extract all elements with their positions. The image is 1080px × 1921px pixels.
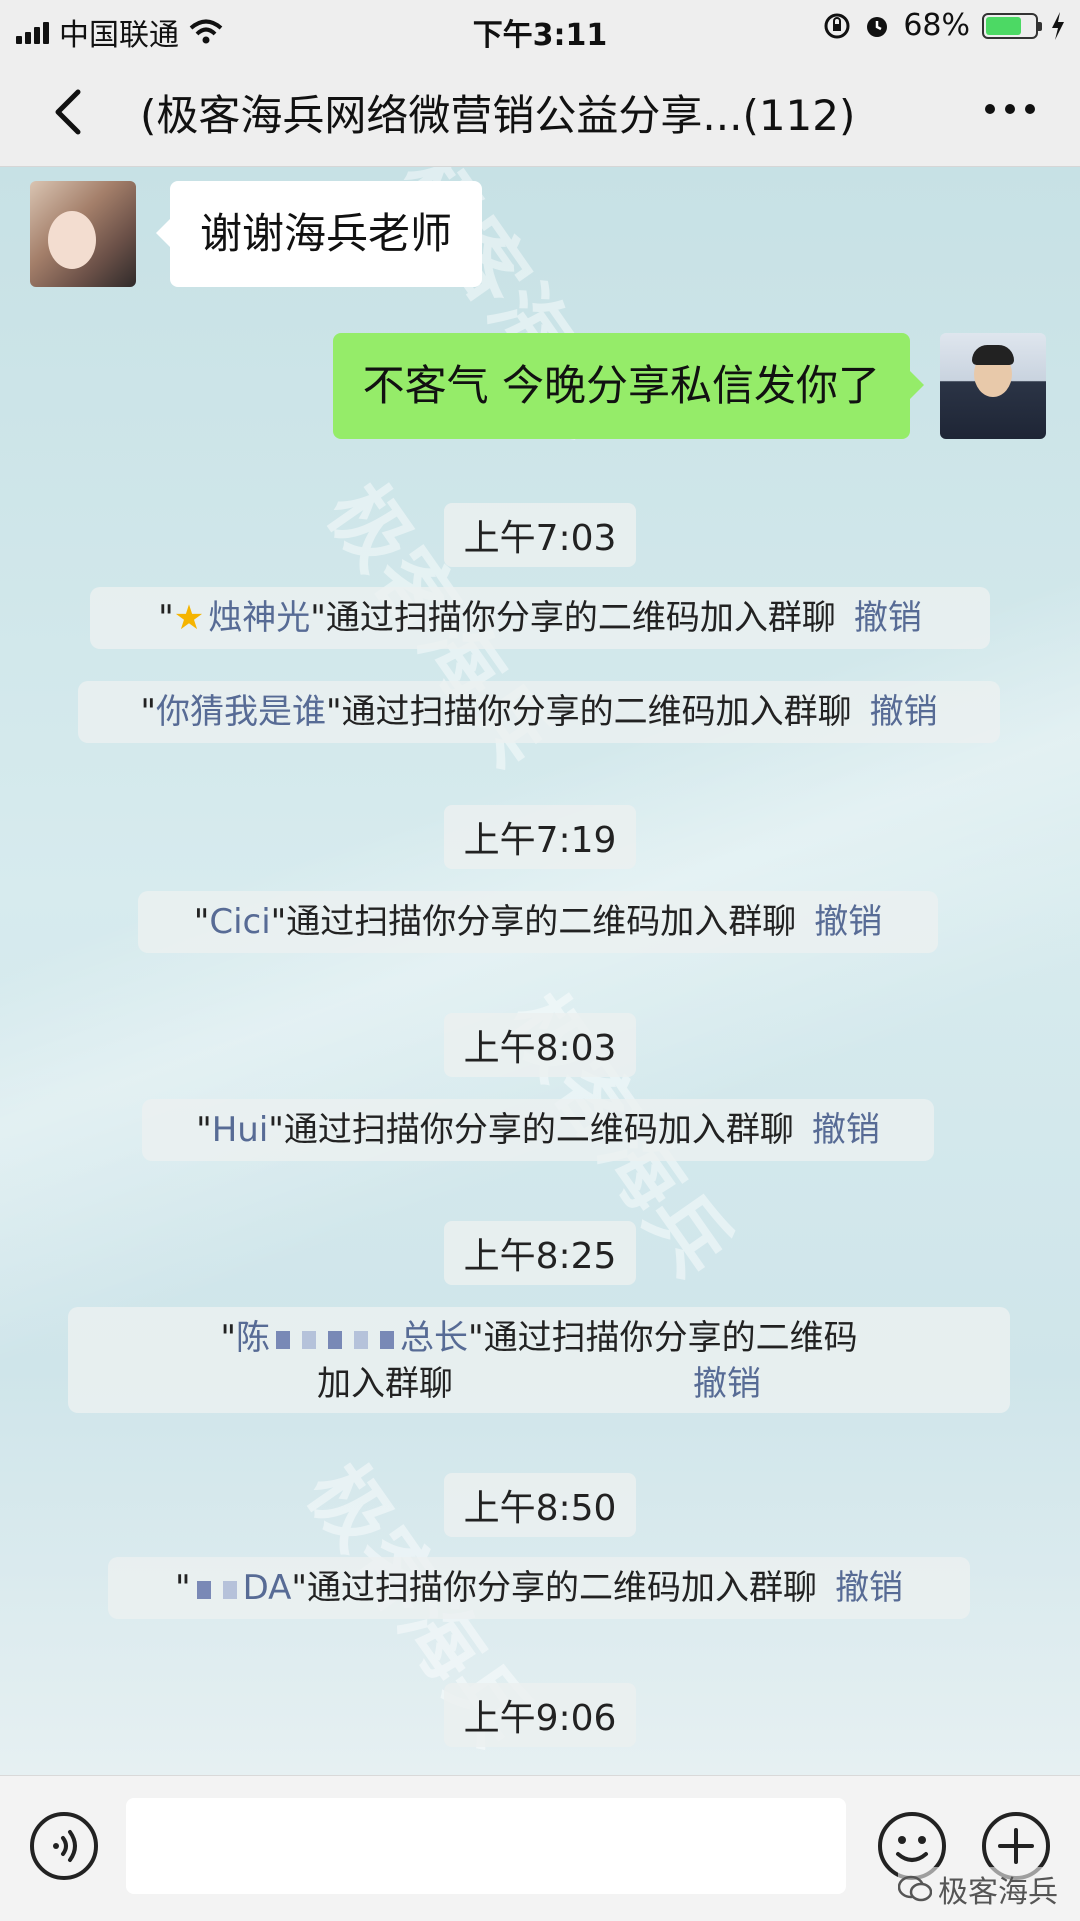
my-avatar[interactable] — [940, 333, 1046, 439]
timestamp: 上午7:19 — [0, 805, 1080, 869]
blurred-name — [354, 1330, 368, 1349]
revoke-link[interactable]: 撤销 — [814, 902, 882, 942]
sender-avatar[interactable] — [30, 181, 136, 287]
timestamp: 上午8:25 — [0, 1221, 1080, 1285]
join-text: "通过扫描你分享的二维码 — [468, 1318, 858, 1358]
input-bar: 极客海兵 — [0, 1775, 1080, 1921]
join-text: "通过扫描你分享的二维码加入群聊 — [310, 598, 836, 638]
join-text: "通过扫描你分享的二维码加入群聊 — [326, 692, 852, 732]
revoke-link[interactable]: 撤销 — [854, 598, 922, 638]
member-name[interactable]: Cici — [209, 902, 270, 942]
brand-watermark: 极客海兵 — [898, 1867, 1058, 1911]
join-text: "通过扫描你分享的二维码加入群聊 — [270, 902, 797, 942]
battery-percent: 68% — [903, 8, 970, 43]
join-text: "通过扫描你分享的二维码加入群聊 — [268, 1110, 794, 1150]
brand-name: 极客海兵 — [938, 1875, 1058, 1910]
timestamp: 上午8:50 — [0, 1473, 1080, 1537]
join-notice: " DA"通过扫描你分享的二维码加入群聊 撤销 — [108, 1557, 970, 1619]
status-right: 68% — [823, 8, 1066, 43]
revoke-link[interactable]: 撤销 — [870, 692, 938, 732]
blurred-name — [222, 1580, 237, 1599]
battery-icon — [982, 12, 1042, 39]
join-notice: "你猜我是谁"通过扫描你分享的二维码加入群聊 撤销 — [78, 681, 1000, 743]
chat-title: (极客海兵网络微营销公益分享...(112) — [140, 91, 856, 140]
rotation-lock-icon — [824, 13, 850, 38]
member-name[interactable]: 你猜我是谁 — [156, 692, 326, 732]
join-text: "通过扫描你分享的二维码加入群聊 — [291, 1568, 818, 1608]
timestamp: 上午8:03 — [0, 1013, 1080, 1077]
join-notice-line1: "陈 总长"通过扫描你分享的二维码 — [220, 1318, 858, 1358]
star-emoji-icon: ★ — [173, 598, 205, 638]
join-notice: "Hui"通过扫描你分享的二维码加入群聊 撤销 — [142, 1099, 934, 1161]
wechat-logo-icon — [898, 1875, 932, 1902]
chat-header: (极客海兵网络微营销公益分享...(112) — [0, 56, 1080, 167]
charging-icon — [1052, 11, 1064, 40]
timestamp: 上午7:03 — [0, 503, 1080, 567]
timestamp: 上午9:06 — [0, 1683, 1080, 1747]
message-bubble-received[interactable]: 谢谢海兵老师 — [155, 181, 483, 287]
blurred-name — [302, 1330, 316, 1349]
carrier-label: 中国联通 — [59, 18, 179, 53]
blurred-name — [276, 1330, 290, 1349]
status-bar: 中国联通 下午3:11 68% — [0, 0, 1080, 56]
voice-input-icon[interactable] — [28, 1810, 100, 1882]
join-text-cont: 加入群聊 — [317, 1364, 453, 1404]
member-name-start[interactable]: 陈 — [236, 1318, 270, 1358]
blurred-name — [196, 1580, 211, 1599]
member-name[interactable]: 烛神光 — [208, 598, 310, 638]
alarm-icon — [867, 16, 888, 37]
revoke-link[interactable]: 撤销 — [835, 1568, 903, 1608]
blurred-name — [328, 1330, 342, 1349]
member-name-end[interactable]: 总长 — [400, 1318, 468, 1358]
back-arrow-icon[interactable] — [40, 82, 100, 142]
wifi-icon — [189, 19, 223, 44]
member-name-end[interactable]: DA — [243, 1568, 292, 1608]
signal-icon — [16, 20, 49, 44]
blurred-name — [380, 1330, 394, 1349]
chat-area[interactable]: 极客海兵 极客海兵 极客海兵 极客海兵 谢谢海兵老师 不客气 今晚分享私信发你了… — [0, 167, 1080, 1775]
join-notice-line2: 加入群聊 撤销 — [68, 1361, 1010, 1407]
revoke-link[interactable]: 撤销 — [693, 1364, 761, 1404]
message-bubble-sent[interactable]: 不客气 今晚分享私信发你了 — [332, 333, 925, 439]
join-notice: "Cici"通过扫描你分享的二维码加入群聊 撤销 — [138, 891, 938, 953]
message-input[interactable] — [126, 1798, 846, 1894]
join-notice: "★ 烛神光"通过扫描你分享的二维码加入群聊 撤销 — [90, 587, 990, 649]
member-name[interactable]: Hui — [212, 1110, 269, 1150]
join-notice: "陈 总长"通过扫描你分享的二维码 加入群聊 撤销 — [68, 1307, 1010, 1413]
revoke-link[interactable]: 撤销 — [812, 1110, 880, 1150]
more-options-icon[interactable] — [980, 94, 1040, 124]
status-left: 中国联通 — [16, 10, 223, 54]
